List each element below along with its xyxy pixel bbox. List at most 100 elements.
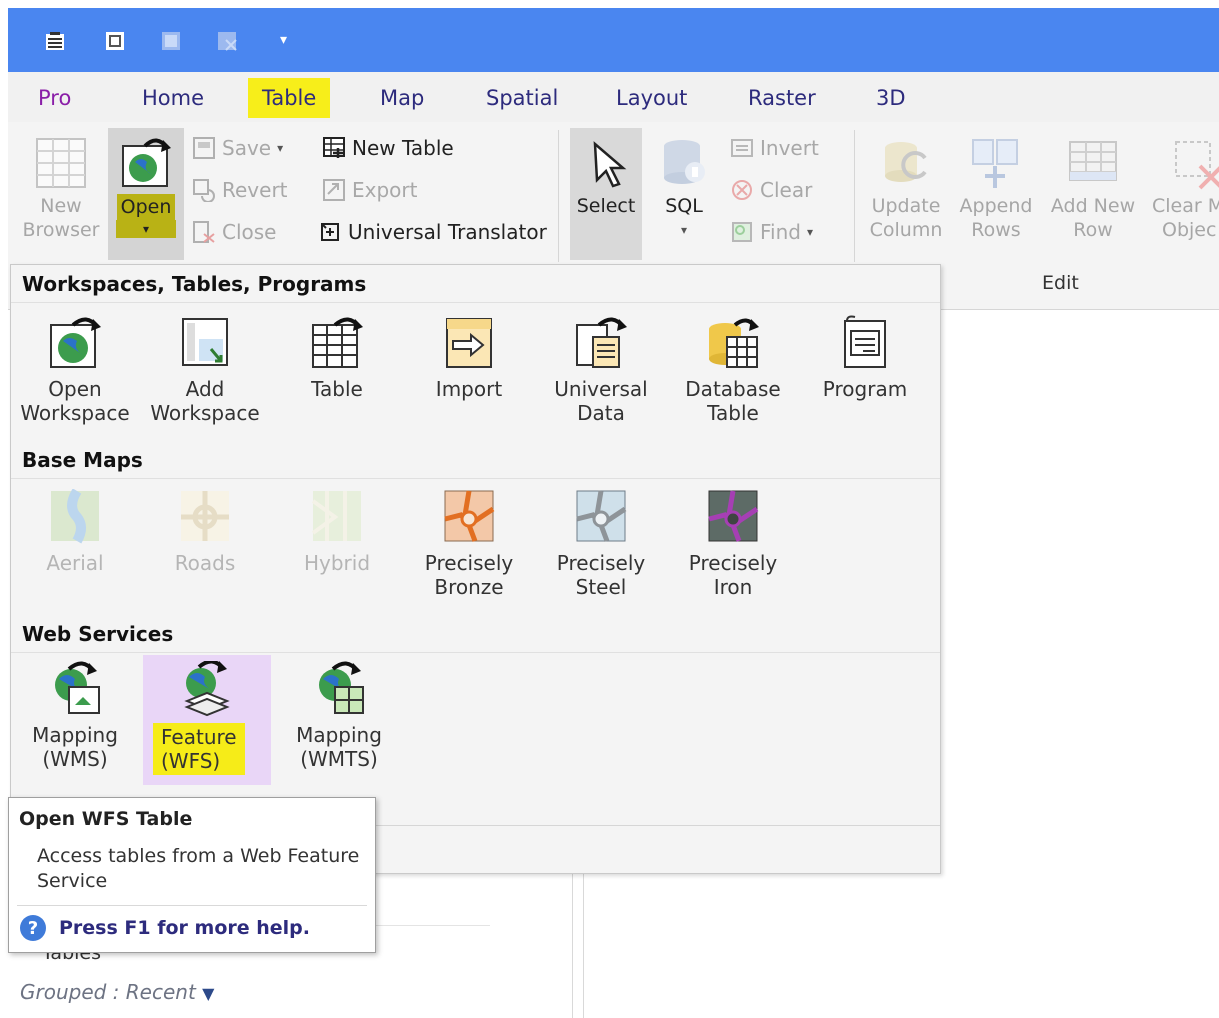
import-item[interactable]: Import xyxy=(407,315,531,401)
wfs-globe-icon xyxy=(184,661,230,717)
mapping-wmts-item[interactable]: Mapping (WMTS) xyxy=(277,661,401,771)
add-new-row-button[interactable]: Add New Row xyxy=(1044,136,1142,242)
append-rows-icon xyxy=(972,139,1018,188)
precisely-steel-item[interactable]: Precisely Steel xyxy=(539,489,663,599)
open-button[interactable]: Open ▾ xyxy=(108,128,184,260)
universal-data-label-1: Universal xyxy=(554,377,648,401)
mapping-wms-item[interactable]: Mapping (WMS) xyxy=(13,661,137,771)
feature-wfs-label-1: Feature xyxy=(161,725,237,749)
precisely-iron-label-2: Iron xyxy=(713,575,753,599)
save-icon xyxy=(193,137,215,159)
table-label: Table xyxy=(311,377,363,401)
new-browser-label-2: Browser xyxy=(22,219,100,241)
append-rows-button[interactable]: Append Rows xyxy=(954,136,1038,242)
add-new-row-label-2: Row xyxy=(1073,219,1113,241)
add-new-row-icon xyxy=(1069,141,1117,181)
grouped-recent-dropdown[interactable]: Grouped : Recent ▼ xyxy=(20,980,214,1004)
select-button[interactable]: Select xyxy=(570,128,642,260)
universal-data-label-2: Data xyxy=(577,401,625,425)
open-dropdown-arrow[interactable]: ▾ xyxy=(116,220,176,238)
roads-map-icon xyxy=(181,491,229,541)
update-column-label-1: Update xyxy=(871,195,941,217)
tab-pro[interactable]: Pro xyxy=(24,78,85,118)
open-workspace-icon[interactable] xyxy=(44,30,66,52)
update-column-button[interactable]: Update Column xyxy=(860,136,952,242)
table-item[interactable]: Table xyxy=(275,315,399,401)
database-table-item[interactable]: Database Table xyxy=(671,315,795,425)
open-workspace-item[interactable]: Open Workspace xyxy=(13,315,137,425)
clear-map-objects-button[interactable]: Clear M Objec xyxy=(1148,136,1219,242)
find-dropdown-icon[interactable]: ▾ xyxy=(807,225,813,239)
section-title: Web Services xyxy=(22,622,174,646)
clear-label: Clear xyxy=(760,178,813,202)
clear-icon xyxy=(732,180,752,200)
tab-spatial[interactable]: Spatial xyxy=(472,78,572,118)
sql-dropdown-icon[interactable]: ▾ xyxy=(650,218,718,242)
precisely-steel-map-icon xyxy=(576,490,627,542)
close-button[interactable]: Close xyxy=(192,220,276,244)
tab-layout[interactable]: Layout xyxy=(602,78,701,118)
precisely-bronze-label-2: Bronze xyxy=(434,575,504,599)
section-base-maps: Base Maps xyxy=(11,441,940,479)
revert-button[interactable]: Revert xyxy=(192,178,288,202)
chevron-down-icon: ▼ xyxy=(202,984,215,1003)
import-icon xyxy=(446,318,492,368)
export-label: Export xyxy=(352,178,418,202)
universal-translator-button[interactable]: Universal Translator xyxy=(318,220,547,244)
save-workspace-icon[interactable] xyxy=(104,30,126,52)
clear-button[interactable]: Clear xyxy=(730,178,812,202)
precisely-iron-label-1: Precisely xyxy=(688,551,778,575)
universal-data-item[interactable]: Universal Data xyxy=(539,315,663,425)
tab-3d[interactable]: 3D xyxy=(862,78,920,118)
open-dropdown-menu: Workspaces, Tables, Programs Open Worksp… xyxy=(10,264,941,874)
revert-label: Revert xyxy=(222,178,288,202)
update-column-label-2: Column xyxy=(869,219,943,241)
grouped-label: Grouped : Recent xyxy=(20,980,196,1004)
precisely-bronze-label-1: Precisely xyxy=(424,551,514,575)
save-dropdown-icon[interactable]: ▾ xyxy=(277,141,283,155)
roads-label: Roads xyxy=(174,551,236,575)
tab-table[interactable]: Table xyxy=(248,78,331,118)
tab-home[interactable]: Home xyxy=(128,78,218,118)
section-title: Base Maps xyxy=(22,448,143,472)
table-icon xyxy=(312,317,363,368)
find-icon xyxy=(732,222,752,242)
program-item[interactable]: Program xyxy=(803,315,927,401)
section-workspaces: Workspaces, Tables, Programs xyxy=(11,265,940,303)
aerial-label: Aerial xyxy=(46,551,104,575)
append-rows-label-2: Rows xyxy=(971,219,1021,241)
section-title: Workspaces, Tables, Programs xyxy=(22,272,367,296)
roads-item[interactable]: Roads xyxy=(143,489,267,575)
aerial-item[interactable]: Aerial xyxy=(13,489,137,575)
add-workspace-item[interactable]: Add Workspace xyxy=(143,315,267,425)
tab-raster[interactable]: Raster xyxy=(734,78,830,118)
invert-label: Invert xyxy=(760,136,819,160)
tooltip-help-text: Press F1 for more help. xyxy=(59,917,310,939)
new-table-button[interactable]: New Table xyxy=(322,136,454,160)
save-button[interactable]: Save ▾ xyxy=(192,136,283,160)
wms-globe-icon xyxy=(55,661,100,714)
new-table-label: New Table xyxy=(352,136,454,160)
new-browser-button[interactable]: New Browser xyxy=(14,136,108,242)
export-button[interactable]: Export xyxy=(322,178,417,202)
close-table-icon[interactable] xyxy=(216,30,238,52)
customize-toolbar-dropdown[interactable]: ▾ xyxy=(280,32,287,48)
tab-map[interactable]: Map xyxy=(366,78,438,118)
precisely-bronze-item[interactable]: Precisely Bronze xyxy=(407,489,531,599)
hybrid-item[interactable]: Hybrid xyxy=(275,489,399,575)
open-workspace-label-1: Open xyxy=(48,377,102,401)
ribbon-separator xyxy=(558,130,559,262)
precisely-steel-label-1: Precisely xyxy=(556,551,646,575)
feature-wfs-label-box: Feature (WFS) xyxy=(153,723,245,775)
close-table-icon xyxy=(193,221,215,243)
sql-button[interactable]: SQL ▾ xyxy=(650,136,718,242)
save-table-icon[interactable] xyxy=(160,30,182,52)
feature-wfs-label-2: (WFS) xyxy=(161,749,221,773)
database-table-label-2: Table xyxy=(707,401,759,425)
find-button[interactable]: Find ▾ xyxy=(730,220,813,244)
feature-wfs-item[interactable]: Feature (WFS) xyxy=(143,655,271,785)
find-label: Find xyxy=(760,220,801,244)
invert-icon xyxy=(731,139,753,157)
invert-button[interactable]: Invert xyxy=(730,136,819,160)
precisely-iron-item[interactable]: Precisely Iron xyxy=(671,489,795,599)
